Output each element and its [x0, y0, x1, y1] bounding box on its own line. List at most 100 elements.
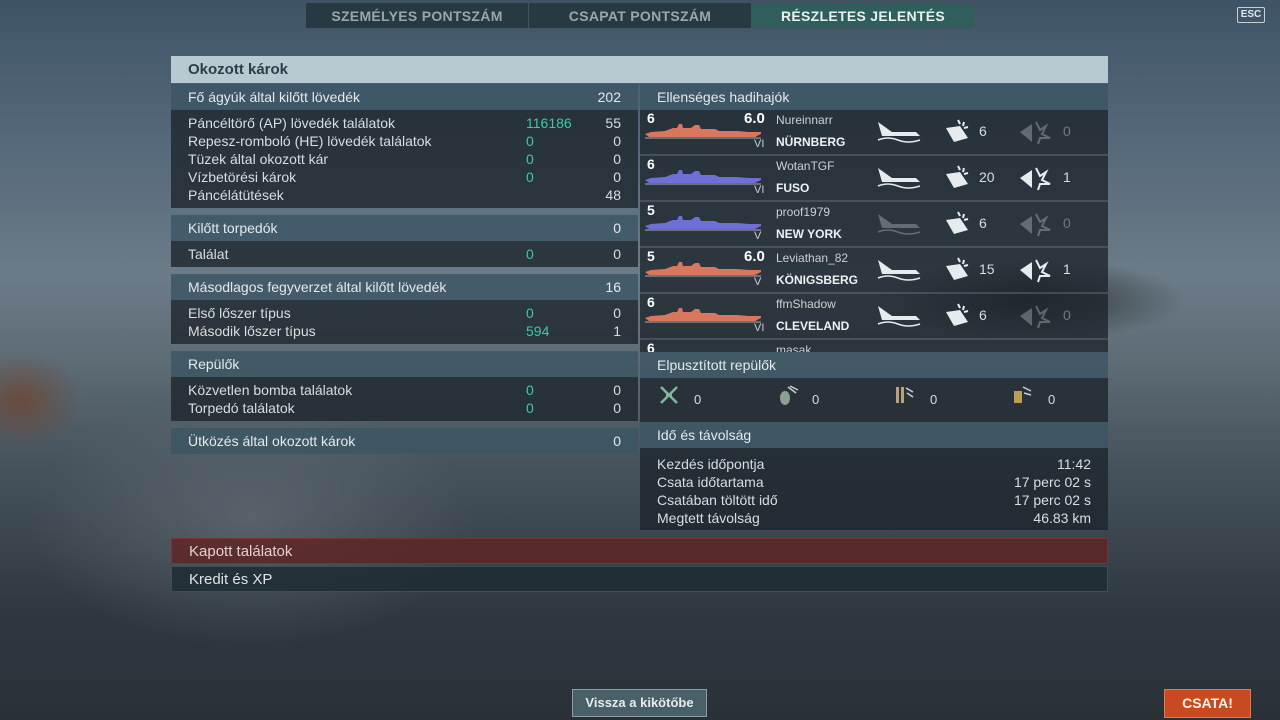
planes-title: Elpusztított repülők	[657, 357, 777, 373]
hit-impact-icon	[946, 211, 969, 234]
stat-value: 0	[613, 400, 621, 416]
time-row: Csata időtartama 17 perc 02 s	[657, 473, 1091, 491]
ship-tier-roman: V	[754, 276, 762, 288]
ship-tier: 6	[647, 340, 655, 352]
time-body: Kezdés időpontja 11:42 Csata időtartama 17…	[640, 448, 1108, 530]
stat-label: Közvetlen bomba találatok	[188, 382, 353, 398]
time-value: 46.83 km	[1033, 510, 1091, 526]
ship-tier-roman: VI	[754, 138, 765, 150]
bombers-destroyed: 0	[812, 392, 820, 407]
main-guns-body: Páncéltörő (AP) lövedék találatok 116186 5…	[171, 110, 638, 208]
stat-label: Páncéltörő (AP) lövedék találatok	[188, 115, 395, 131]
torpedoes-body: Találat 0 0	[171, 241, 638, 267]
tab-detailed-report[interactable]: RÉSZLETES JELENTÉS	[752, 3, 974, 28]
battle-button[interactable]: CSATA!	[1164, 689, 1251, 718]
time-label: Kezdés időpontja	[657, 456, 765, 472]
hits-count: 6	[979, 307, 987, 323]
back-to-port-button[interactable]: Vissza a kikötőbe	[572, 689, 707, 717]
stat-damage: 0	[526, 246, 534, 262]
player-name: proof1979	[776, 205, 831, 219]
time-label: Csata időtartama	[657, 474, 764, 490]
stat-row: Második lőszer típus 594 1	[188, 322, 621, 340]
enemy-ship-row[interactable]: 6 VI WotanTGF FUSO 20 1	[640, 156, 1108, 202]
stat-label: Vízbetörési károk	[188, 169, 297, 185]
time-row: Megtett távolság 46.83 km	[657, 509, 1091, 527]
time-label: Csatában töltött idő	[657, 492, 778, 508]
hit-impact-icon	[946, 165, 969, 188]
stat-damage: 594	[526, 323, 550, 339]
main-guns-header: Fő ágyúk által kilőtt lövedék 202	[171, 84, 638, 110]
planes-destroyed: 0 0 0 0	[640, 378, 1108, 422]
stat-value: 1	[613, 323, 621, 339]
esc-button[interactable]: ESC	[1237, 7, 1265, 23]
ramming-title: Ütközés által okozott károk	[188, 433, 356, 449]
ship-tier-roman: VI	[754, 322, 765, 334]
time-title: Idő és távolság	[657, 427, 752, 443]
enemy-ship-row[interactable]: 5 Vproof1979 NEW YORK 6 0	[640, 202, 1108, 248]
stat-damage: 0	[526, 133, 534, 149]
hits-count: 6	[979, 123, 987, 139]
ship-tier: 6	[647, 156, 655, 172]
stat-damage: 0	[526, 400, 534, 416]
citadel-count: 0	[1063, 123, 1071, 139]
ship-tier: 6	[647, 110, 655, 126]
stat-label: Találat	[188, 246, 229, 262]
stat-label: Repesz-romboló (HE) lövedék találatok	[188, 133, 432, 149]
enemy-ship-row[interactable]: 6 masak	[640, 340, 1108, 352]
stat-row: Vízbetörési károk 0 0	[188, 168, 621, 186]
damage-stats-column: Fő ágyúk által kilőtt lövedék 202 Páncél…	[171, 84, 638, 454]
citadel-hit-icon	[1020, 305, 1051, 329]
ship-name: KÖNIGSBERG	[776, 273, 859, 287]
ship-name: CLEVELAND	[776, 319, 850, 333]
stat-damage: 0	[526, 305, 534, 321]
time-value: 17 perc 02 s	[1013, 474, 1091, 490]
ship-tier-roman: V	[754, 230, 762, 242]
hit-impact-icon	[946, 303, 969, 326]
stat-row: Első lőszer típus 0 0	[188, 304, 621, 322]
received-hits-section[interactable]: Kapott találatok	[171, 538, 1108, 564]
secondary-header: Másodlagos fegyverzet által kilőtt löved…	[171, 274, 638, 300]
enemy-ship-row[interactable]: 5 6.0 V Leviathan_82 KÖNIGSBERG 15 1	[640, 248, 1108, 294]
stat-value: 0	[613, 246, 621, 262]
stat-value: 55	[605, 115, 621, 131]
ship-rating: 6.0	[744, 248, 765, 265]
credit-xp-section[interactable]: Kredit és XP	[171, 566, 1108, 592]
tab-team-score[interactable]: CSAPAT PONTSZÁM	[529, 3, 752, 28]
ship-destroyed-icon	[877, 214, 921, 235]
stat-damage: 0	[526, 169, 534, 185]
stat-row: Torpedó találatok 0 0	[188, 399, 621, 417]
enemy-ship-row[interactable]: 6 VI ffmShadow CLEVELAND 6 0	[640, 294, 1108, 340]
stat-row: Tüzek által okozott kár 0 0	[188, 150, 621, 168]
ship-tier: 5	[647, 248, 655, 264]
enemy-ship-row[interactable]: 6 6.0 VI Nureinnarr NÜRNBERG 6 0	[640, 110, 1108, 156]
tab-personal-score[interactable]: SZEMÉLYES PONTSZÁM	[306, 3, 529, 28]
citadel-count: 0	[1063, 215, 1071, 231]
player-name: masak	[776, 343, 812, 352]
player-name: Nureinnarr	[776, 113, 833, 127]
report-tabs: SZEMÉLYES PONTSZÁM CSAPAT PONTSZÁM RÉSZL…	[305, 2, 975, 29]
ship-rating: 6.0	[744, 110, 765, 127]
stat-damage	[526, 186, 581, 204]
spotter-plane-icon	[1014, 386, 1032, 403]
ship-destroyed-icon	[877, 260, 921, 281]
damage-dealt-header[interactable]: Okozott károk	[171, 56, 1108, 83]
citadel-hit-icon	[1020, 121, 1051, 145]
aircraft-title: Repülők	[188, 356, 240, 372]
hits-count: 6	[979, 215, 987, 231]
time-row: Kezdés időpontja 11:42	[657, 455, 1091, 473]
stat-row: Páncéltörő (AP) lövedék találatok 116186 5…	[188, 114, 621, 132]
ship-name: NEW YORK	[776, 227, 842, 241]
stat-value: 0	[613, 151, 621, 167]
hits-count: 15	[979, 261, 995, 277]
enemy-ship-list[interactable]: 6 6.0 VI Nureinnarr NÜRNBERG 6 0 6 VI WotanTGF FUS…	[640, 110, 1108, 352]
stat-label: Első lőszer típus	[188, 305, 291, 321]
ship-silhouette-icon	[645, 170, 761, 185]
hits-count: 20	[979, 169, 995, 185]
citadel-count: 0	[1063, 307, 1071, 323]
secondary-body: Első lőszer típus 0 0 Második lőszer típus…	[171, 300, 638, 344]
ramming-header: Ütközés által okozott károk 0	[171, 428, 638, 454]
ship-destroyed-icon	[877, 168, 921, 189]
stat-value: 0	[613, 133, 621, 149]
ship-name: FUSO	[776, 181, 810, 195]
player-name: ffmShadow	[776, 297, 836, 311]
